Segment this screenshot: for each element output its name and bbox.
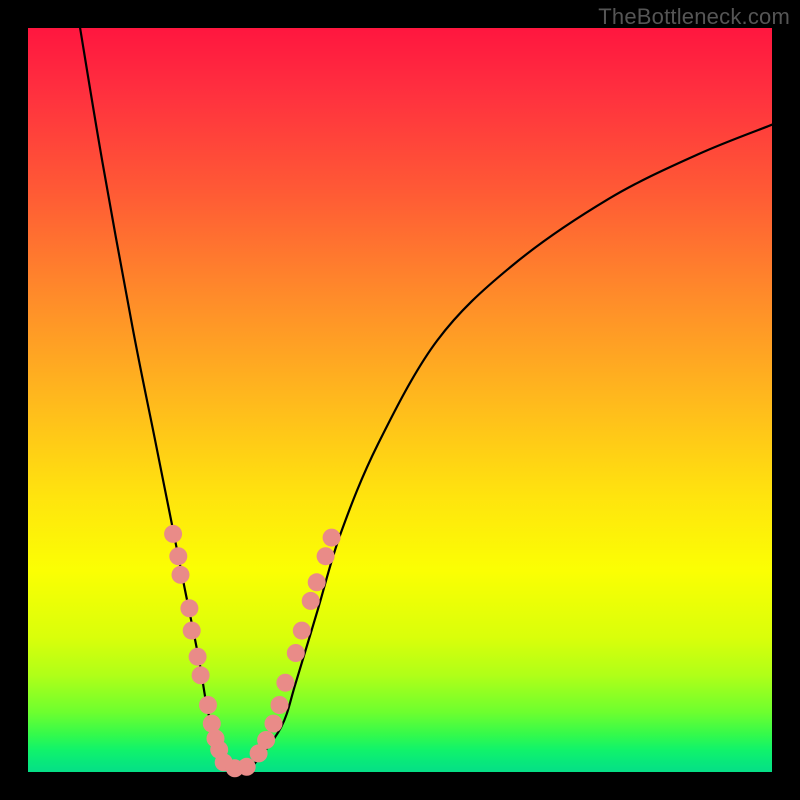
- data-point: [265, 715, 283, 733]
- data-point: [169, 547, 187, 565]
- data-point: [199, 696, 217, 714]
- data-point: [180, 599, 198, 617]
- chart-frame: TheBottleneck.com: [0, 0, 800, 800]
- data-point: [287, 644, 305, 662]
- data-point: [164, 525, 182, 543]
- data-point: [257, 731, 275, 749]
- data-point: [308, 573, 326, 591]
- data-points-group: [164, 525, 341, 777]
- data-point: [172, 566, 190, 584]
- data-point: [276, 674, 294, 692]
- data-point: [192, 666, 210, 684]
- data-point: [189, 648, 207, 666]
- data-point: [317, 547, 335, 565]
- watermark-text: TheBottleneck.com: [598, 4, 790, 30]
- chart-svg: [28, 28, 772, 772]
- data-point: [238, 758, 256, 776]
- data-point: [302, 592, 320, 610]
- data-point: [183, 622, 201, 640]
- data-point: [323, 529, 341, 547]
- data-point: [271, 696, 289, 714]
- data-point: [293, 622, 311, 640]
- bottleneck-curve-line: [80, 28, 772, 771]
- plot-area: [28, 28, 772, 772]
